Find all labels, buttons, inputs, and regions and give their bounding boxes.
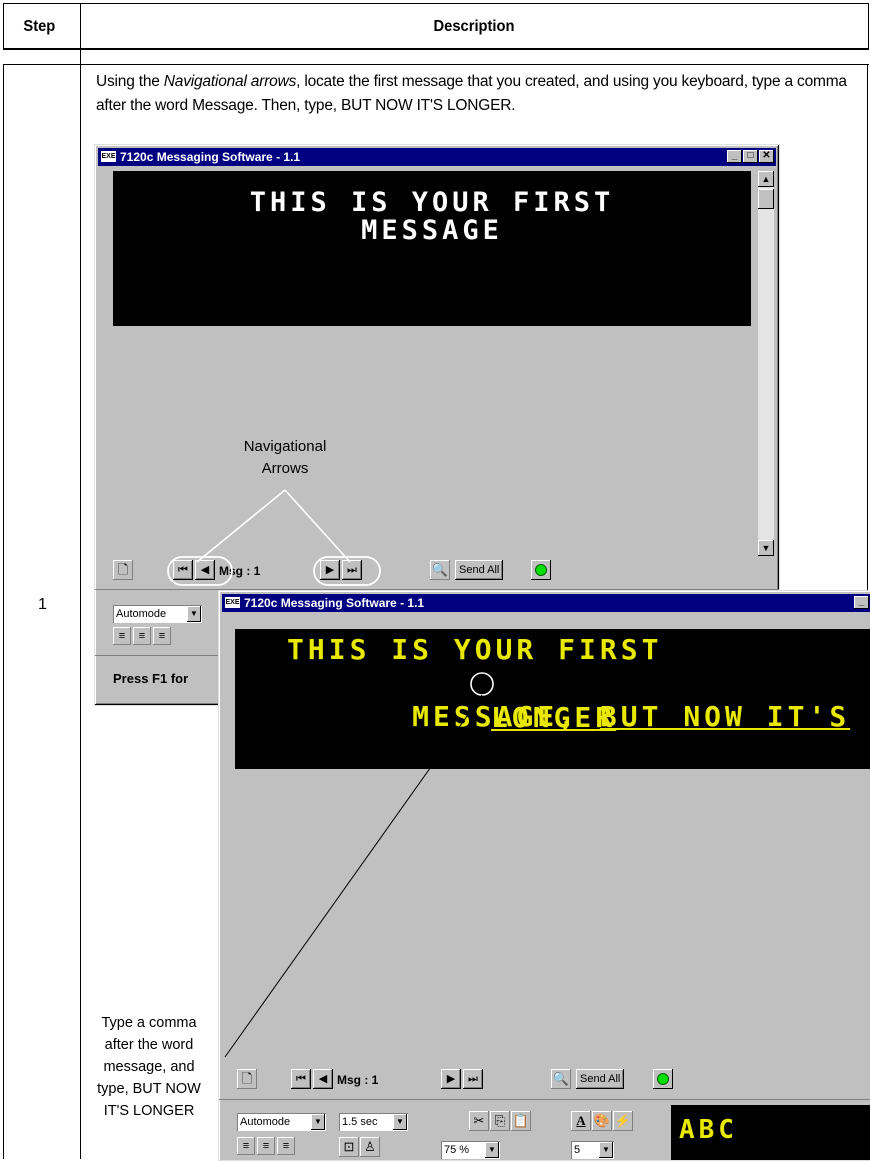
comma-callout-line-5: IT'S LONGER [103,1103,195,1119]
next-message-icon-front[interactable]: ▶ [441,1069,461,1089]
paste-icon[interactable]: 📋 [511,1111,531,1131]
table-rule [3,64,869,65]
scroll-up-icon[interactable]: ▲ [758,171,774,187]
app-icon: EXE [101,151,116,162]
preview-icon[interactable]: 🔍 [430,560,450,580]
new-document-icon-front[interactable]: 🗋 [237,1069,257,1089]
description-header: Description [433,18,515,35]
mode-select-front-value: Automode [240,1116,291,1128]
message-counter: Msg : 1 [219,564,261,578]
align-left-icon[interactable]: ≡ [113,627,131,645]
table-border-left [3,64,4,1159]
align-left-icon-front[interactable]: ≡ [237,1137,255,1155]
display-line-1-front: THIS IS YOUR FIRST [287,633,663,666]
next-message-icon[interactable]: ▶ [320,560,340,580]
instruction-prefix: Using the [96,73,164,90]
led-display[interactable]: THIS IS YOUR FIRST MESSAGE [113,171,751,326]
preview-display: ABC [671,1105,870,1160]
nav-callout-line-2: Arrows [261,460,309,477]
chevron-down-icon[interactable]: ▼ [311,1114,325,1130]
window-title-front: 7120c Messaging Software - 1.1 [244,596,425,610]
status-led-icon-front [653,1069,673,1089]
last-message-icon-front[interactable]: ⏭ [463,1069,483,1089]
chevron-down-icon[interactable]: ▼ [599,1142,613,1158]
zoom-select-value: 75 % [444,1144,470,1156]
effects-icon[interactable]: ⚡ [613,1111,633,1131]
vertical-scrollbar[interactable]: ▲ ▼ [758,171,774,556]
last-message-icon[interactable]: ⏭ [342,560,362,580]
comma-callout: Type a comma after the word message, and… [82,1012,216,1122]
comma-callout-line-2: after the word [104,1037,194,1053]
table-column-divider [80,3,81,1159]
nav-arrows-callout: Navigational Arrows [225,436,345,480]
duration-select[interactable]: 1.5 sec ▼ [339,1113,408,1131]
first-message-icon[interactable]: ⏮ [173,560,193,580]
align-right-icon[interactable]: ≡ [153,627,171,645]
step-instruction: Using the Navigational arrows, locate th… [96,70,856,118]
person-icon[interactable]: ♙ [360,1137,380,1157]
window-titlebar-front[interactable]: EXE 7120c Messaging Software - 1.1 _ [222,594,870,612]
close-icon[interactable]: ✕ [759,150,774,163]
first-message-icon-front[interactable]: ⏮ [291,1069,311,1089]
send-all-button[interactable]: Send All [455,560,504,580]
maximize-icon[interactable]: □ [743,150,758,163]
previous-message-icon-front[interactable]: ◀ [313,1069,333,1089]
align-center-icon[interactable]: ≡ [133,627,151,645]
color-icon[interactable]: 🎨 [592,1111,612,1131]
led-display-front[interactable]: THIS IS YOUR FIRST MESSAGE, BUT NOW IT'S… [235,629,870,769]
status-led-icon [531,560,551,580]
scroll-down-icon[interactable]: ▼ [758,540,774,556]
comma-callout-line-1: Type a comma [101,1015,197,1031]
display-added-text: BUT NOW IT'S [599,700,851,733]
display-line-1: THIS IS YOUR FIRST [249,187,615,218]
display-line-3-front: LONGER [491,701,617,734]
chevron-down-icon[interactable]: ▼ [187,606,201,622]
align-center-icon-front[interactable]: ≡ [257,1137,275,1155]
status-bar-text: Press F1 for [113,671,189,686]
mode-select[interactable]: Automode ▼ [113,605,202,623]
zoom-select[interactable]: 75 % ▼ [441,1141,500,1159]
scroll-thumb[interactable] [758,189,774,209]
nav-callout-line-1: Navigational [243,438,327,455]
comma-callout-line-4: type, BUT NOW [97,1081,201,1097]
minimize-icon-front[interactable]: _ [854,596,869,609]
step-number: 1 [38,596,47,613]
step-header: Step [23,18,56,35]
mode-select-front[interactable]: Automode ▼ [237,1113,326,1131]
chevron-down-icon[interactable]: ▼ [393,1114,407,1130]
copy-icon[interactable]: ⎘ [490,1111,510,1131]
window-title: 7120c Messaging Software - 1.1 [120,150,301,164]
preview-icon-front[interactable]: 🔍 [551,1069,571,1089]
duration-select-value: 1.5 sec [342,1116,378,1128]
new-document-icon[interactable]: 🗋 [113,560,133,580]
previous-message-icon[interactable]: ◀ [195,560,215,580]
align-right-icon-front[interactable]: ≡ [277,1137,295,1155]
size-select-value: 5 [574,1144,581,1156]
app-icon-front: EXE [225,597,240,608]
minimize-icon[interactable]: _ [727,150,742,163]
mode-select-value: Automode [116,608,167,620]
font-icon[interactable]: A [571,1111,591,1131]
instruction-emphasis: Navigational arrows [163,73,297,90]
messaging-window-front: EXE 7120c Messaging Software - 1.1 _ THI… [218,590,870,1161]
frame-icon[interactable]: ⊡ [339,1137,359,1157]
size-select[interactable]: 5 ▼ [571,1141,614,1159]
message-counter-front: Msg : 1 [337,1073,379,1087]
display-line-2: MESSAGE [361,215,503,246]
window-titlebar[interactable]: EXE 7120c Messaging Software - 1.1 _ □ ✕ [98,148,776,166]
preview-text: ABC [679,1115,738,1145]
chevron-down-icon[interactable]: ▼ [485,1142,499,1158]
send-all-button-front[interactable]: Send All [576,1069,625,1089]
comma-callout-line-3: message, and [103,1059,195,1075]
cut-icon[interactable]: ✂ [469,1111,489,1131]
